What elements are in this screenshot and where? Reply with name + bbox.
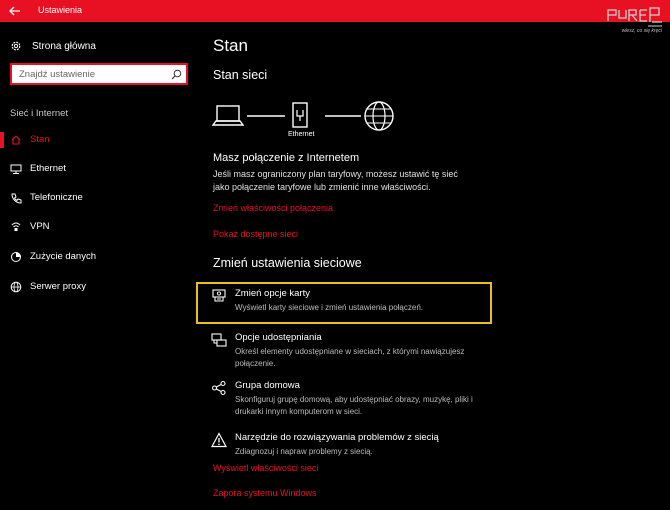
ethernet-label: Ethernet <box>288 131 315 138</box>
option-homegroup[interactable]: Grupa domowa Skonfiguruj grupę domową, a… <box>211 378 493 422</box>
option-description: Określ elementy udostępniane w sieciach,… <box>235 347 465 368</box>
main-content: Stan Stan sieci Ethernet Masz połączenie… <box>197 22 670 510</box>
sidebar-item-label: Ethernet <box>30 163 66 174</box>
home-link[interactable]: Strona główna <box>10 38 96 54</box>
connection-description: Jeśli masz ograniczony plan taryfowy, mo… <box>213 169 458 192</box>
option-title: Narzędzie do rozwiązywania problemów z s… <box>235 432 439 443</box>
option-title: Opcje udostępniania <box>235 332 322 343</box>
option-troubleshooter[interactable]: Narzędzie do rozwiązywania problemów z s… <box>211 430 493 460</box>
sidebar-item-ethernet[interactable]: Ethernet <box>0 157 197 181</box>
option-sharing[interactable]: Opcje udostępniania Określ elementy udos… <box>211 330 493 374</box>
sidebar-item-label: Zużycie danych <box>30 251 97 262</box>
phone-icon <box>11 193 22 204</box>
back-button[interactable] <box>0 0 30 22</box>
warning-icon <box>211 432 227 448</box>
option-description: Skonfiguruj grupę domową, aby udostępnia… <box>235 395 473 416</box>
view-network-properties-link[interactable]: Wyświetl właściwości sieci <box>213 463 318 473</box>
show-available-networks-link[interactable]: Pokaż dostępne sieci <box>213 229 298 239</box>
gear-icon <box>11 41 21 51</box>
sidebar-item-proxy[interactable]: Serwer proxy <box>0 275 197 299</box>
search-box <box>10 63 188 85</box>
windows-firewall-link[interactable]: Zapora systemu Windows <box>213 488 317 498</box>
sidebar-item-telefoniczne[interactable]: Telefoniczne <box>0 186 197 210</box>
globe-icon <box>10 281 22 293</box>
change-connection-properties-link[interactable]: Zmień właściwości połączenia <box>213 203 333 213</box>
monitor-icon <box>10 164 22 174</box>
homegroup-icon <box>211 380 226 396</box>
option-description: Zdiagnozuj i napraw problemy z siecią. <box>235 447 373 456</box>
vpn-icon <box>11 222 21 231</box>
sidebar: Strona główna Sieć i Internet Stan Ether… <box>0 22 197 510</box>
window-title: Ustawienia <box>38 5 83 15</box>
sidebar-item-stan[interactable]: Stan <box>0 128 197 152</box>
network-diagram <box>211 101 394 131</box>
ethernet-port-icon <box>292 102 308 128</box>
highlight-frame <box>196 282 492 324</box>
selection-indicator <box>0 132 4 148</box>
sidebar-item-label: Serwer proxy <box>30 281 86 292</box>
search-input[interactable] <box>12 65 168 83</box>
laptop-icon <box>211 105 245 126</box>
sidebar-item-vpn[interactable]: VPN <box>0 215 197 239</box>
section-label: Sieć i Internet <box>10 108 69 119</box>
home-label: Strona główna <box>32 40 96 52</box>
option-title: Grupa domowa <box>235 380 300 391</box>
sidebar-item-label: Telefoniczne <box>30 192 83 203</box>
sidebar-item-label: Stan <box>30 134 50 145</box>
sidebar-item-data-usage[interactable]: Zużycie danych <box>0 245 197 269</box>
internet-globe-icon <box>364 101 394 131</box>
connection-status-title: Masz połączenie z Internetem <box>213 152 360 164</box>
data-usage-icon <box>11 252 21 262</box>
change-network-settings-heading: Zmień ustawienia sieciowe <box>213 256 362 270</box>
sidebar-item-label: VPN <box>30 221 50 232</box>
home-network-icon <box>11 135 21 145</box>
arrow-left-icon <box>9 6 20 16</box>
search-icon[interactable] <box>171 69 182 80</box>
page-title: Stan <box>213 36 248 55</box>
sharing-icon <box>211 333 227 347</box>
title-bar: Ustawienia <box>0 0 670 22</box>
network-status-heading: Stan sieci <box>213 68 268 82</box>
